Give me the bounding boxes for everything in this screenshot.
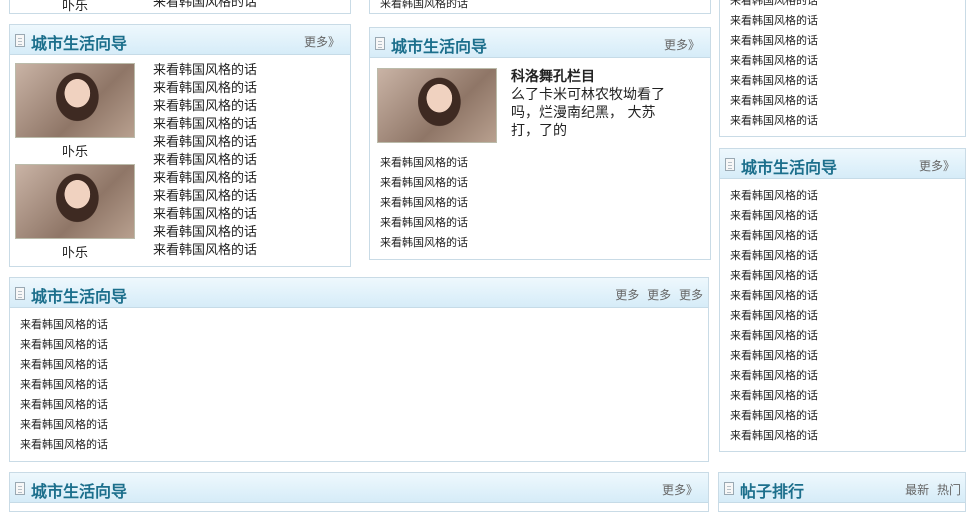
list-item[interactable]: 来看韩国风格的话 [730, 286, 818, 306]
list-item[interactable]: 来看韩国风格的话 [730, 71, 818, 91]
panel-title: 城市生活向导 [391, 37, 488, 56]
panel-right-top-partial: 来看韩国风格的话 来看韩国风格的话 来看韩国风格的话 来看韩国风格的话 来看韩国风格的话… [719, 0, 966, 137]
list-item[interactable]: 来看韩国风格的话 [380, 173, 468, 193]
ranking-tabs: 最新 热门 [901, 481, 961, 498]
tab-latest[interactable]: 最新 [905, 483, 929, 497]
list-item[interactable]: 来看韩国风格的话 [153, 188, 257, 206]
panel-city-guide-bottom: 城市生活向导 更多》 [9, 472, 709, 512]
list-item[interactable]: 来看韩国风格的话 [153, 242, 257, 260]
list-item[interactable]: 来看韩国风格的话 [730, 91, 818, 111]
list-item[interactable]: 来看韩国风格的话 [153, 80, 257, 98]
panel-header: 城市生活向导 更多》 [10, 25, 350, 55]
more-link-3[interactable]: 更多 [679, 288, 703, 302]
feature-line-2: 吗，烂漫南纪黑， 大苏 [511, 105, 656, 121]
list-item[interactable]: 来看韩国风格的话 [20, 435, 108, 455]
panel-title: 城市生活向导 [31, 482, 128, 501]
more-link-1[interactable]: 更多 [615, 288, 639, 302]
list-item[interactable]: 来看韩国风格的话 [20, 375, 108, 395]
more-link[interactable]: 更多》 [304, 33, 340, 50]
document-icon [15, 287, 25, 300]
panel-header: 城市生活向导 更多》 [370, 28, 710, 58]
list-item[interactable]: 来看韩国风格的话 [730, 346, 818, 366]
list-item[interactable]: 来看韩国风格的话 [730, 326, 818, 346]
list-item[interactable]: 来看韩国风格的话 [730, 406, 818, 426]
list-item[interactable]: 来看韩国风格的话 [730, 51, 818, 71]
panel-header: 城市生活向导 更多 更多 更多 [10, 278, 708, 308]
panel-city-guide-wide: 城市生活向导 更多 更多 更多 来看韩国风格的话 来看韩国风格的话 来看韩国风格的话… [9, 277, 709, 462]
document-icon [725, 158, 735, 171]
more-link[interactable]: 更多》 [662, 481, 698, 498]
list-item[interactable]: 来看韩国风格的话 [20, 355, 108, 375]
panel-city-guide-feature: 城市生活向导 更多》 科洛舞孔栏目 么了卡米可林农牧坳看了 吗，烂漫南纪黑， 大… [369, 27, 711, 260]
list-item[interactable]: 来看韩国风格的话 [730, 266, 818, 286]
more-link[interactable]: 更多》 [664, 36, 700, 53]
list-item[interactable]: 来看韩国风格的话 [730, 386, 818, 406]
list-item[interactable]: 来看韩国风格的话 [730, 31, 818, 51]
document-icon [724, 482, 734, 495]
panel-header: 帖子排行 最新 热门 [719, 473, 965, 503]
list-item[interactable]: 来看韩国风格的话 [380, 233, 468, 253]
photo-caption[interactable]: 卟乐 [15, 242, 135, 261]
panel-title: 城市生活向导 [741, 158, 838, 177]
panel-top-left-partial: 卟乐 来看韩国风格的话 [9, 0, 351, 14]
panel-header: 城市生活向导 更多》 [720, 149, 965, 179]
list-item[interactable]: 来看韩国风格的话 [380, 0, 468, 13]
list-item[interactable]: 来看韩国风格的话 [153, 116, 257, 134]
more-link[interactable]: 更多》 [919, 157, 955, 174]
list-item[interactable]: 来看韩国风格的话 [730, 226, 818, 246]
panel-post-ranking: 帖子排行 最新 热门 [718, 472, 966, 512]
list-item[interactable]: 来看韩国风格的话 [380, 213, 468, 233]
list-item[interactable]: 来看韩国风格的话 [153, 224, 257, 242]
list-item[interactable]: 来看韩国风格的话 [153, 152, 257, 170]
list-item[interactable]: 来看韩国风格的话 [20, 395, 108, 415]
feature-photo[interactable] [377, 68, 497, 143]
panel-city-guide-right: 城市生活向导 更多》 来看韩国风格的话 来看韩国风格的话 来看韩国风格的话 来看韩国风… [719, 148, 966, 452]
feature-line-1: 么了卡米可林农牧坳看了 [511, 87, 665, 103]
list-item[interactable]: 来看韩国风格的话 [20, 415, 108, 435]
list-item[interactable]: 来看韩国风格的话 [20, 335, 108, 355]
panel-title: 城市生活向导 [31, 287, 128, 306]
feature-line-3: 打，了的 [511, 123, 567, 139]
feature-title[interactable]: 科洛舞孔栏目 [511, 68, 595, 86]
photo-thumbnail[interactable] [15, 164, 135, 239]
document-icon [375, 37, 385, 50]
more-links-group: 更多 更多 更多 [611, 286, 703, 303]
list-item[interactable]: 来看韩国风格的话 [730, 426, 818, 446]
photo-caption: 卟乐 [61, 0, 88, 14]
panel-header: 城市生活向导 更多》 [10, 473, 708, 503]
list-item[interactable]: 来看韩国风格的话 [153, 62, 257, 80]
photo-thumbnail[interactable] [15, 63, 135, 138]
panel-top-mid-partial: 来看韩国风格的话 [369, 0, 711, 14]
list-item[interactable]: 来看韩国风格的话 [730, 366, 818, 386]
more-link-2[interactable]: 更多 [647, 288, 671, 302]
list-item[interactable]: 来看韩国风格的话 [730, 111, 818, 131]
list-item[interactable]: 来看韩国风格的话 [20, 315, 108, 335]
document-icon [15, 482, 25, 495]
list-item[interactable]: 来看韩国风格的话 [153, 170, 257, 188]
list-item[interactable]: 来看韩国风格的话 [730, 0, 818, 11]
panel-city-guide-photos: 城市生活向导 更多》 卟乐 卟乐 来看韩国风格的话 来看韩国风格的话 来看韩国风格的… [9, 24, 351, 267]
list-item[interactable]: 来看韩国风格的话 [730, 206, 818, 226]
list-item[interactable]: 来看韩国风格的话 [380, 193, 468, 213]
list-item[interactable]: 来看韩国风格的话 [380, 153, 468, 173]
list-item[interactable]: 来看韩国风格的话 [730, 246, 818, 266]
panel-title: 城市生活向导 [31, 34, 128, 53]
list-item[interactable]: 来看韩国风格的话 [153, 98, 257, 116]
list-item[interactable]: 来看韩国风格的话 [730, 306, 818, 326]
list-item[interactable]: 来看韩国风格的话 [730, 186, 818, 206]
list-item[interactable]: 来看韩国风格的话 [153, 134, 257, 152]
document-icon [15, 34, 25, 47]
panel-title: 帖子排行 [740, 482, 805, 501]
list-item[interactable]: 来看韩国风格的话 [730, 11, 818, 31]
list-item[interactable]: 来看韩国风格的话 [153, 0, 257, 12]
tab-hot[interactable]: 热门 [937, 483, 961, 497]
photo-caption[interactable]: 卟乐 [15, 141, 135, 160]
list-item[interactable]: 来看韩国风格的话 [153, 206, 257, 224]
